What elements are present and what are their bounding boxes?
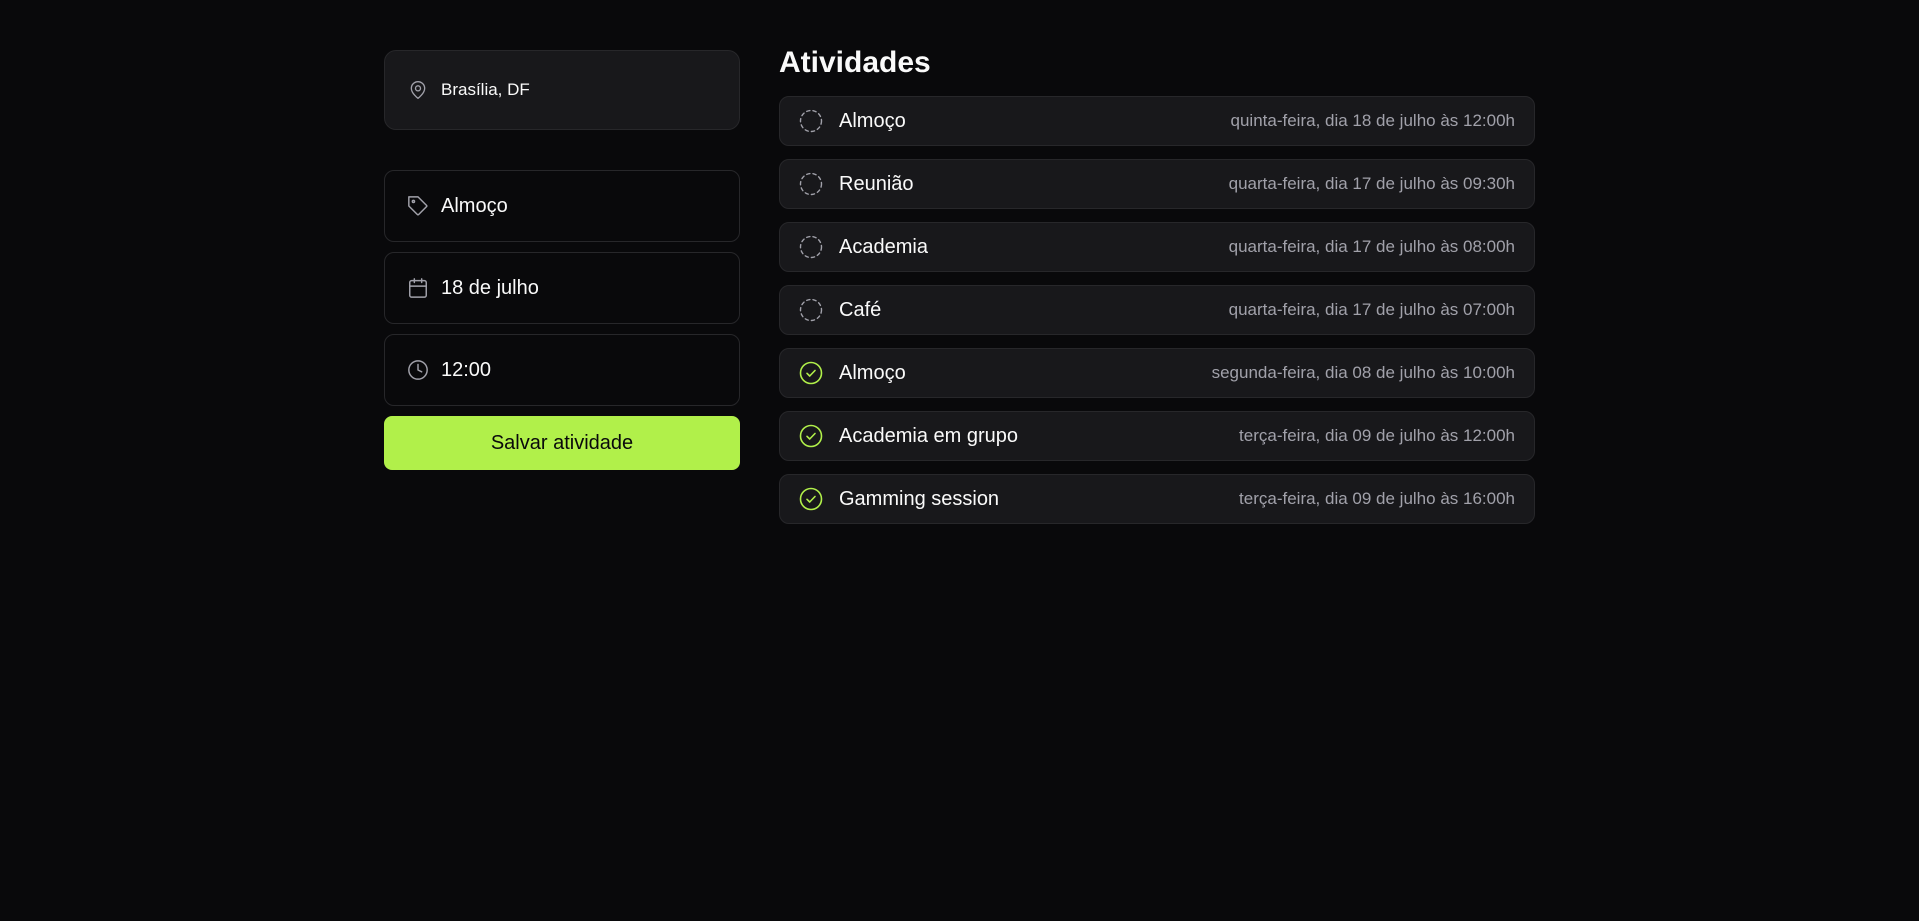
- activity-name: Reunião: [839, 172, 914, 195]
- activity-date-field[interactable]: 18 de julho: [384, 252, 740, 324]
- activity-datetime: segunda-feira, dia 08 de julho às 10:00h: [1211, 363, 1515, 382]
- activity-item[interactable]: Academia quarta-feira, dia 17 de julho às…: [779, 222, 1535, 272]
- check-circle-icon[interactable]: [799, 424, 823, 448]
- activity-item[interactable]: Gamming session terça-feira, dia 09 de ju…: [779, 474, 1535, 524]
- calendar-icon: [407, 277, 429, 299]
- activities-title: Atividades: [779, 46, 931, 79]
- activity-name-field[interactable]: Almoço: [384, 170, 740, 242]
- location-card: Brasília, DF: [384, 50, 740, 130]
- activity-datetime: quarta-feira, dia 17 de julho às 07:00h: [1228, 300, 1515, 319]
- tag-icon: [407, 195, 429, 217]
- activity-datetime: terça-feira, dia 09 de julho às 12:00h: [1239, 426, 1515, 445]
- activity-date-value[interactable]: 18 de julho: [441, 277, 539, 300]
- save-activity-button[interactable]: Salvar atividade: [384, 416, 740, 470]
- dashed-circle-icon[interactable]: [799, 172, 823, 196]
- dashed-circle-icon[interactable]: [799, 235, 823, 259]
- activity-datetime: quinta-feira, dia 18 de julho às 12:00h: [1230, 111, 1515, 130]
- activity-name: Academia em grupo: [839, 424, 1018, 447]
- activity-item[interactable]: Almoço segunda-feira, dia 08 de julho às …: [779, 348, 1535, 398]
- activity-datetime: quarta-feira, dia 17 de julho às 08:00h: [1228, 237, 1515, 256]
- activity-form: Almoço 18 de julho 12:00 Salvar atividad…: [384, 170, 740, 470]
- check-circle-icon[interactable]: [799, 361, 823, 385]
- activity-time-value[interactable]: 12:00: [441, 359, 491, 382]
- activity-datetime: terça-feira, dia 09 de julho às 16:00h: [1239, 489, 1515, 508]
- activity-name: Almoço: [839, 361, 906, 384]
- activity-item[interactable]: Academia em grupo terça-feira, dia 09 de …: [779, 411, 1535, 461]
- check-circle-icon[interactable]: [799, 487, 823, 511]
- map-pin-icon: [407, 79, 429, 101]
- dashed-circle-icon[interactable]: [799, 298, 823, 322]
- activity-datetime: quarta-feira, dia 17 de julho às 09:30h: [1228, 174, 1515, 193]
- activity-form-panel: Brasília, DF Almoço 18 de julho 12:00 Sa…: [384, 50, 740, 470]
- activity-name: Almoço: [839, 109, 906, 132]
- activity-time-field[interactable]: 12:00: [384, 334, 740, 406]
- activity-name-value[interactable]: Almoço: [441, 195, 508, 218]
- clock-icon: [407, 359, 429, 381]
- activities-panel: Atividades Almoço quinta-feira, dia 18 de…: [779, 44, 1535, 524]
- location-label: Brasília, DF: [441, 80, 530, 99]
- activity-list: Almoço quinta-feira, dia 18 de julho às 1…: [779, 96, 1535, 524]
- activity-item[interactable]: Almoço quinta-feira, dia 18 de julho às 1…: [779, 96, 1535, 146]
- activity-name: Academia: [839, 235, 928, 258]
- dashed-circle-icon[interactable]: [799, 109, 823, 133]
- activity-item[interactable]: Reunião quarta-feira, dia 17 de julho às …: [779, 159, 1535, 209]
- activity-item[interactable]: Café quarta-feira, dia 17 de julho às 07:…: [779, 285, 1535, 335]
- activity-name: Café: [839, 298, 882, 321]
- app: Brasília, DF Almoço 18 de julho 12:00 Sa…: [0, 0, 1919, 921]
- activity-name: Gamming session: [839, 487, 1000, 510]
